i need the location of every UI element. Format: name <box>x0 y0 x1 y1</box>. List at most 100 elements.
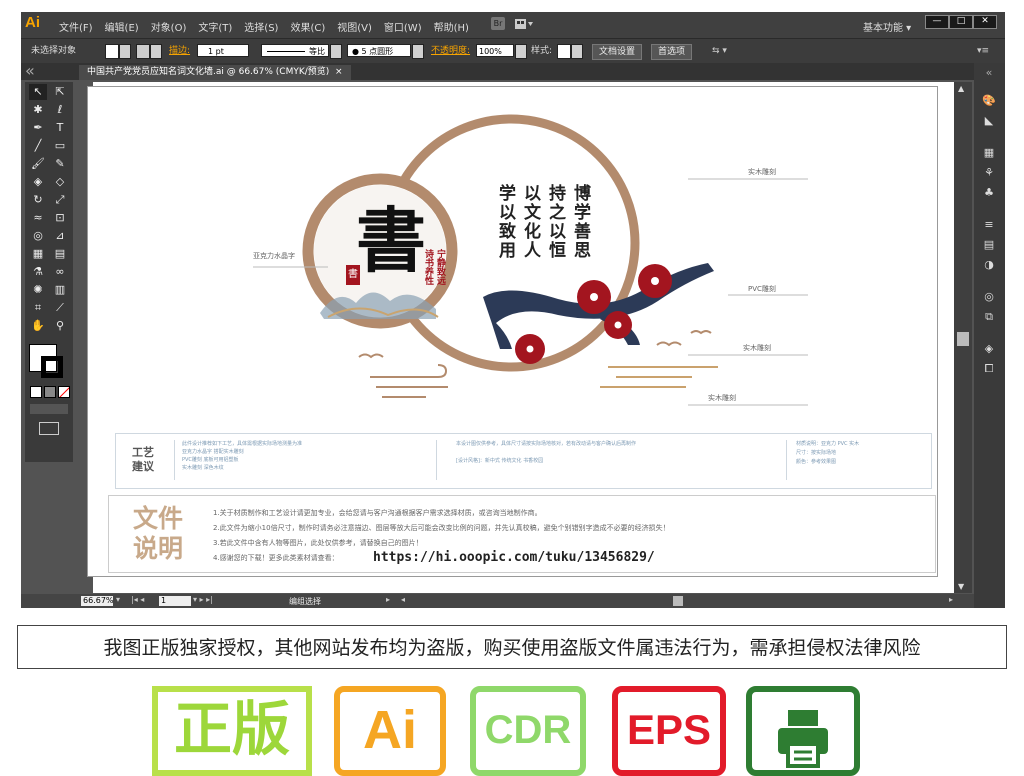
symbols-panel-icon[interactable]: ♣ <box>980 185 998 201</box>
eyedropper-tool-icon[interactable]: ⚗ <box>29 264 47 280</box>
arrange-documents-icon[interactable] <box>514 18 534 30</box>
next-artboard-icon[interactable]: ▾ ▸ ▸| <box>193 595 213 604</box>
magic-wand-tool-icon[interactable]: ✱ <box>29 102 47 118</box>
menu-help[interactable]: 帮助(H) <box>434 19 469 34</box>
document-setup-button[interactable]: 文档设置 <box>592 44 643 60</box>
color-guide-icon[interactable]: ◣ <box>980 113 998 129</box>
panel-menu-icon[interactable]: ▾≡ <box>977 44 989 58</box>
scroll-up-icon[interactable]: ▲ <box>958 84 964 93</box>
appearance-panel-icon[interactable]: ◎ <box>980 289 998 305</box>
free-transform-tool-icon[interactable]: ⊡ <box>51 210 69 226</box>
fill-swatch[interactable] <box>105 44 119 59</box>
lasso-tool-icon[interactable]: ℓ <box>51 102 69 118</box>
rectangle-tool-icon[interactable]: ▭ <box>51 138 69 154</box>
brush-dropdown[interactable] <box>412 44 424 59</box>
gradient-tool-icon[interactable]: ▤ <box>51 246 69 262</box>
perspective-tool-icon[interactable]: ⊿ <box>51 228 69 244</box>
opacity-label[interactable]: 不透明度: <box>431 44 470 58</box>
workspace-switcher[interactable]: 基本功能 ▾ <box>863 19 911 34</box>
selection-tool-icon[interactable]: ↖ <box>29 84 47 100</box>
minimize-button[interactable]: — <box>925 15 949 29</box>
fill-dropdown[interactable] <box>119 44 131 59</box>
artboard-tool-icon[interactable]: ⌗ <box>29 300 47 316</box>
direct-selection-tool-icon[interactable]: ⇱ <box>51 84 69 100</box>
blob-brush-tool-icon[interactable]: ◈ <box>29 174 47 190</box>
scroll-down-icon[interactable]: ▼ <box>958 582 964 591</box>
arrange-icon[interactable]: ⇆ ▾ <box>712 44 727 58</box>
label-wood-2: 实木雕刻 <box>743 344 771 352</box>
color-panel-icon[interactable]: 🎨 <box>980 93 998 109</box>
menu-type[interactable]: 文字(T) <box>198 19 232 34</box>
screen-mode-icon[interactable] <box>39 422 59 435</box>
scroll-right-icon[interactable]: ▸ <box>949 595 953 604</box>
menu-window[interactable]: 窗口(W) <box>384 19 422 34</box>
stroke-color-swatch[interactable] <box>41 356 63 378</box>
symbol-sprayer-tool-icon[interactable]: ✺ <box>29 282 47 298</box>
stroke-swatch[interactable] <box>136 44 150 59</box>
tab-close-icon[interactable]: × <box>335 67 343 77</box>
zoom-tool-icon[interactable]: ⚲ <box>51 318 69 334</box>
close-button[interactable]: ✕ <box>973 15 997 29</box>
first-artboard-icon[interactable]: |◂ ◂ <box>131 595 144 604</box>
hand-tool-icon[interactable]: ✋ <box>29 318 47 334</box>
shape-builder-tool-icon[interactable]: ◎ <box>29 228 47 244</box>
bridge-button[interactable]: Br <box>491 17 505 30</box>
type-tool-icon[interactable]: T <box>51 120 69 136</box>
graphic-styles-panel-icon[interactable]: ⧉ <box>980 309 998 325</box>
menu-select[interactable]: 选择(S) <box>244 19 278 34</box>
paintbrush-tool-icon[interactable]: 🖌 <box>29 156 47 172</box>
layers-panel-icon[interactable]: ◈ <box>980 341 998 357</box>
warp-tool-icon[interactable]: ≈ <box>29 210 47 226</box>
collapse-icon[interactable]: « <box>25 63 35 79</box>
seal-stamp: 書 <box>346 265 360 285</box>
horizontal-scroll-thumb[interactable] <box>673 596 683 606</box>
menu-file[interactable]: 文件(F) <box>59 19 93 34</box>
maximize-button[interactable]: □ <box>949 15 973 29</box>
vertical-scrollbar[interactable]: ▲ ▼ <box>954 82 972 593</box>
eraser-tool-icon[interactable]: ◇ <box>51 174 69 190</box>
scroll-left-icon[interactable]: ◂ <box>401 595 405 604</box>
status-menu-icon[interactable]: ▸ <box>386 595 390 604</box>
menu-object[interactable]: 对象(O) <box>151 19 187 34</box>
menu-view[interactable]: 视图(V) <box>337 19 372 34</box>
pencil-tool-icon[interactable]: ✎ <box>51 156 69 172</box>
swatches-panel-icon[interactable]: ▦ <box>980 145 998 161</box>
zoom-dropdown-icon[interactable]: ▾ <box>116 595 120 604</box>
scale-tool-icon[interactable]: ⤢ <box>51 192 69 208</box>
menu-edit[interactable]: 编辑(E) <box>105 19 139 34</box>
artboards-panel-icon[interactable]: ⧠ <box>980 361 998 377</box>
artboard-number-input[interactable]: 1 <box>159 596 191 606</box>
gradient-mode-icon[interactable] <box>44 386 56 398</box>
preferences-button[interactable]: 首选项 <box>651 44 693 60</box>
mesh-tool-icon[interactable]: ▦ <box>29 246 47 262</box>
blend-tool-icon[interactable]: ∞ <box>51 264 69 280</box>
color-mode-icon[interactable] <box>30 386 42 398</box>
column-graph-tool-icon[interactable]: ▥ <box>51 282 69 298</box>
style-dropdown[interactable] <box>571 44 583 59</box>
pen-tool-icon[interactable]: ✒ <box>29 120 47 136</box>
profile-dropdown[interactable] <box>330 44 342 59</box>
brush-definition[interactable]: ● 5 点圆形 <box>347 44 411 57</box>
variable-width-profile[interactable]: 等比 <box>261 44 329 57</box>
brushes-panel-icon[interactable]: ⚘ <box>980 165 998 181</box>
opacity-dropdown[interactable] <box>515 44 527 59</box>
rotate-tool-icon[interactable]: ↻ <box>29 192 47 208</box>
expand-panels-icon[interactable]: « <box>980 65 998 81</box>
transparency-panel-icon[interactable]: ◑ <box>980 257 998 273</box>
opacity-input[interactable]: 100% <box>476 44 514 57</box>
graphic-style-swatch[interactable] <box>557 44 571 59</box>
menu-effect[interactable]: 效果(C) <box>290 19 325 34</box>
stroke-panel-icon[interactable]: ≡ <box>980 217 998 233</box>
none-mode-icon[interactable] <box>58 386 70 398</box>
source-url-link[interactable]: https://hi.ooopic.com/tuku/13456829/ <box>373 550 655 565</box>
gradient-panel-icon[interactable]: ▤ <box>980 237 998 253</box>
zoom-level-input[interactable]: 66.67% <box>81 596 114 606</box>
stroke-swatch-dropdown[interactable] <box>150 44 162 59</box>
stroke-label[interactable]: 描边: <box>169 44 190 58</box>
draw-mode-icon[interactable] <box>30 404 68 414</box>
line-tool-icon[interactable]: ╱ <box>29 138 47 154</box>
stroke-weight-input[interactable]: 1 pt <box>197 44 249 57</box>
slice-tool-icon[interactable]: ⟋ <box>51 300 69 316</box>
vertical-scroll-thumb[interactable] <box>957 332 969 346</box>
document-tab[interactable]: 中国共产党党员应知名词文化墙.ai @ 66.67% (CMYK/预览) × <box>79 65 351 80</box>
